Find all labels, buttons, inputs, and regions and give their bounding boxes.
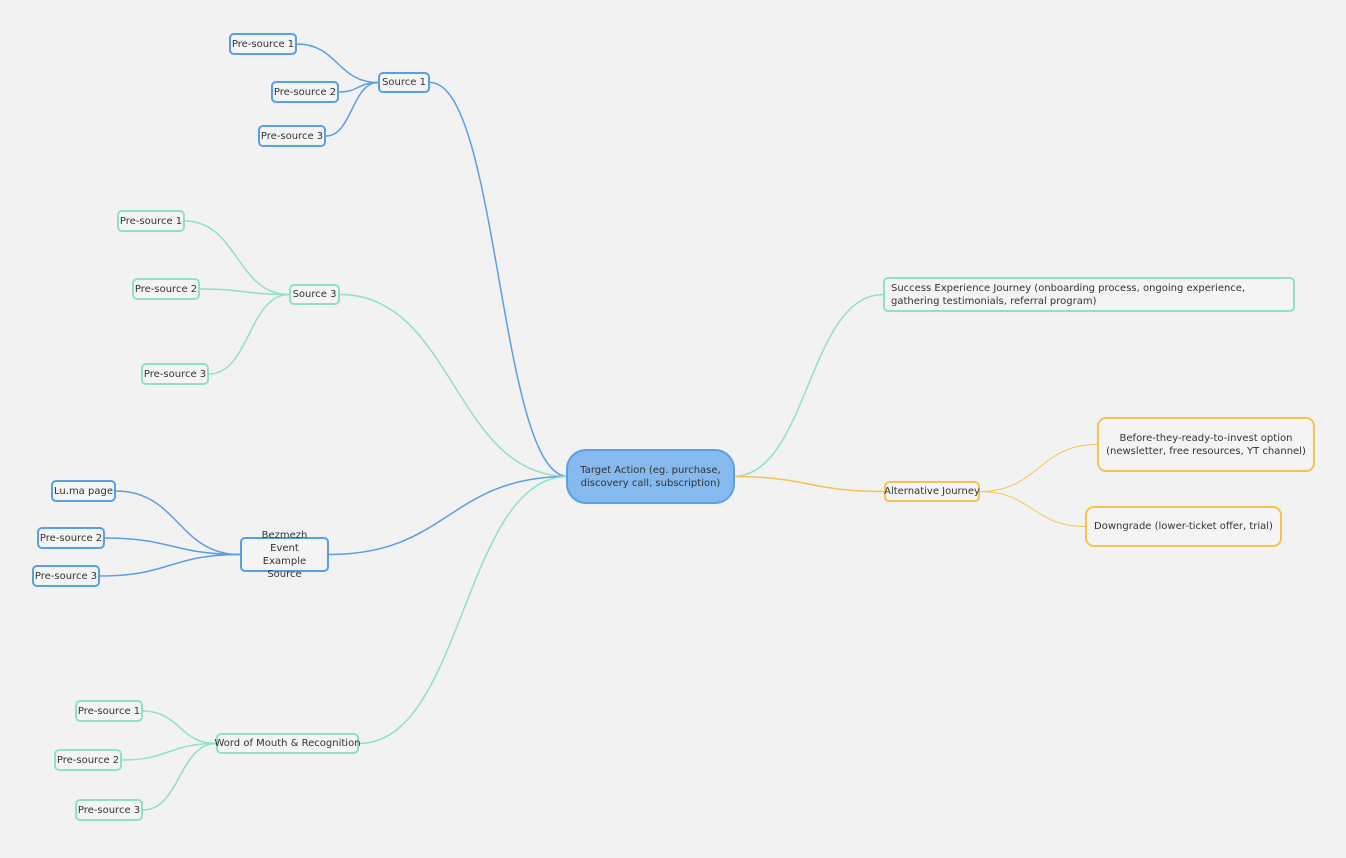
node-word-of-mouth-link — [358, 475, 569, 745]
node-source-1[interactable]: Source 1 — [378, 72, 430, 93]
node-success-experience-journey[interactable]: Success Experience Journey (onboarding p… — [883, 277, 1295, 312]
node-source-3[interactable]: Source 3 — [289, 284, 340, 305]
node-source-1-pre-source-2[interactable]: Pre-source 2 — [271, 81, 339, 103]
node-bezmezh-event-source-link — [328, 475, 569, 556]
node-bezmezh-event-source[interactable]: Bezmezh Event Example Source — [240, 530, 329, 580]
node-bezmezh-pre-source-2[interactable]: Pre-source 2 — [37, 527, 105, 549]
node-word-of-mouth-pre-source-3-link — [142, 742, 217, 811]
node-source-1-pre-source-3[interactable]: Pre-source 3 — [258, 125, 326, 147]
node-source-1-link — [429, 81, 569, 478]
node-word-of-mouth[interactable]: Word of Mouth & Recognition — [214, 733, 361, 754]
node-success-experience-journey-link — [732, 293, 884, 478]
node-word-of-mouth-pre-source-2[interactable]: Pre-source 2 — [54, 749, 122, 771]
node-word-of-mouth-pre-source-1[interactable]: Pre-source 1 — [75, 700, 143, 722]
node-bezmezh-pre-source-3[interactable]: Pre-source 3 — [32, 565, 100, 587]
node-word-of-mouth-pre-source-3[interactable]: Pre-source 3 — [75, 799, 143, 821]
node-source-3-pre-source-2[interactable]: Pre-source 2 — [132, 278, 200, 300]
node-downgrade[interactable]: Downgrade (lower-ticket offer, trial) — [1085, 506, 1282, 547]
node-source-3-pre-source-3-link — [208, 293, 290, 375]
node-source-3-pre-source-1[interactable]: Pre-source 1 — [117, 210, 185, 232]
node-source-3-pre-source-3[interactable]: Pre-source 3 — [141, 363, 209, 385]
node-bezmezh-pre-source-2-link — [104, 537, 241, 556]
node-source-3-pre-source-1-link — [184, 220, 290, 296]
node-alternative-journey-link — [732, 475, 885, 493]
node-bezmezh-pre-source-3-link — [99, 553, 241, 577]
node-source-1-pre-source-2-link — [338, 81, 379, 93]
node-source-1-pre-source-1-link — [296, 43, 379, 84]
node-bezmezh-luma-page[interactable]: Lu.ma page — [51, 480, 116, 502]
node-before-ready-to-invest-link — [979, 444, 1098, 492]
node-word-of-mouth-pre-source-1-link — [142, 710, 217, 745]
node-before-ready-to-invest[interactable]: Before-they-ready-to-invest option (news… — [1097, 417, 1315, 472]
root-node-target-action[interactable]: Target Action (eg. purchase, discovery c… — [566, 449, 735, 504]
node-downgrade-link — [979, 491, 1086, 527]
node-word-of-mouth-pre-source-2-link — [121, 742, 217, 761]
node-bezmezh-luma-page-link — [115, 490, 241, 556]
node-source-3-pre-source-2-link — [199, 288, 290, 296]
node-source-1-pre-source-1[interactable]: Pre-source 1 — [229, 33, 297, 55]
node-alternative-journey[interactable]: Alternative Journey — [884, 481, 980, 502]
node-source-3-link — [339, 293, 569, 478]
